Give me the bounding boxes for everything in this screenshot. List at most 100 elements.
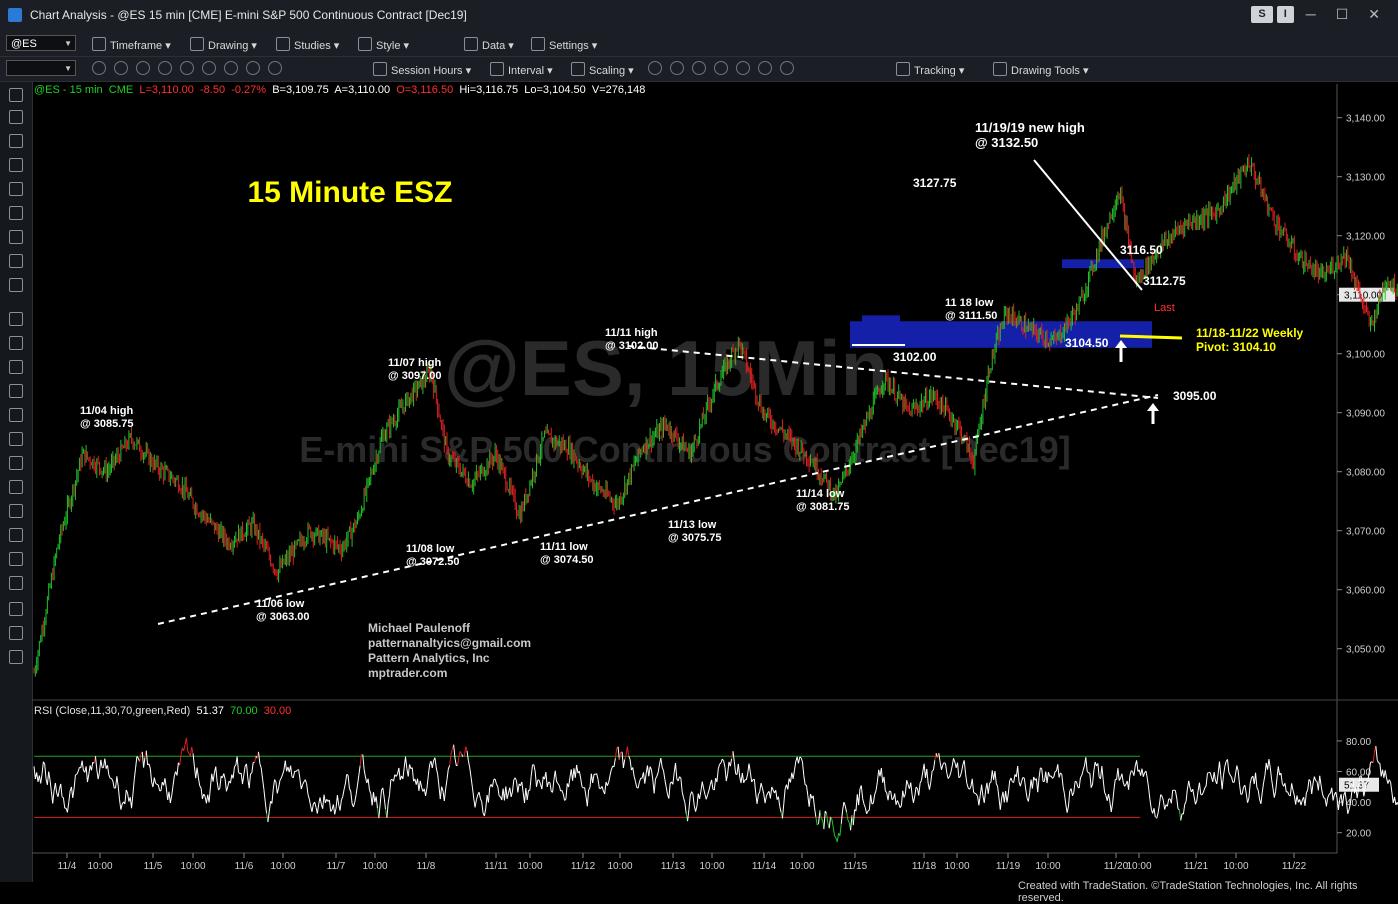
annotation-label: @ 3074.50 — [540, 554, 594, 566]
rsi-segment — [470, 767, 471, 777]
rsi-segment — [95, 756, 96, 770]
rsi-segment — [868, 810, 869, 811]
rsi-segment — [234, 765, 235, 766]
rsi-segment — [863, 798, 864, 804]
rsi-segment — [709, 785, 710, 791]
rsi-segment — [86, 766, 87, 782]
rsi-segment — [301, 784, 302, 789]
time-tick-label: 11/18 — [912, 861, 937, 872]
rsi-segment — [1129, 775, 1130, 789]
rsi-segment — [399, 768, 400, 780]
rsi-segment — [333, 804, 334, 814]
rsi-segment — [1207, 773, 1208, 774]
pivot-label: Pivot: 3104.10 — [1196, 340, 1276, 354]
price-chart[interactable]: @ES, 15Min E-mini S&P 500 Continuous Con… — [0, 0, 1398, 893]
rsi-segment — [1234, 774, 1235, 782]
rsi-segment — [829, 817, 830, 828]
rsi-segment — [67, 803, 68, 813]
rsi-segment — [569, 777, 570, 787]
rsi-segment — [1377, 760, 1378, 763]
rsi-segment — [1183, 804, 1184, 814]
rsi-segment — [356, 785, 357, 794]
rsi-segment — [634, 776, 635, 781]
quote-line: @ES - 15 min CME L=3,110.00 -8.50 -0.27%… — [34, 84, 645, 96]
rsi-segment — [251, 773, 252, 774]
rsi-segment — [1305, 793, 1306, 806]
rsi-segment — [941, 765, 942, 770]
rsi-segment — [216, 767, 217, 782]
rsi-segment — [438, 774, 439, 786]
rsi-segment — [364, 769, 365, 777]
rsi-segment — [252, 762, 253, 773]
rsi-segment — [575, 765, 576, 778]
quote-symbol: @ES - 15 min — [34, 84, 103, 96]
rsi-segment — [117, 776, 118, 786]
rsi-segment — [579, 771, 580, 778]
rsi-segment — [982, 785, 983, 796]
rsi-segment — [867, 811, 868, 814]
rsi-segment — [962, 765, 963, 772]
rsi-segment — [645, 774, 646, 784]
rsi-segment — [939, 753, 940, 762]
rsi-segment — [324, 795, 325, 803]
time-tick-label: 11/4 — [58, 861, 77, 872]
rsi-tick-label: 80.00 — [1346, 737, 1371, 748]
rsi-segment — [721, 759, 722, 763]
rsi-segment — [967, 783, 968, 787]
rsi-segment — [1122, 774, 1123, 783]
rsi-tick-label: 60.00 — [1346, 768, 1371, 779]
rsi-segment — [447, 769, 448, 780]
time-tick-label: 10:00 — [362, 861, 387, 872]
rsi-segment — [693, 794, 694, 806]
annotation-label: 11/14 low — [796, 488, 845, 500]
rsi-segment — [198, 778, 199, 786]
rsi-segment — [689, 796, 690, 810]
rsi-segment — [49, 772, 50, 780]
rsi-segment — [819, 810, 820, 824]
rsi-segment — [921, 772, 922, 780]
support-zones — [850, 259, 1152, 348]
rsi-segment — [1142, 769, 1143, 777]
rsi-segment — [74, 775, 75, 788]
rsi-segment — [154, 778, 155, 784]
rsi-segment — [1118, 768, 1119, 780]
rsi-segment — [547, 782, 548, 787]
rsi-segment — [666, 787, 667, 795]
rsi-tick-label: 20.00 — [1346, 829, 1371, 840]
rsi-segment — [801, 758, 802, 762]
rsi-segment — [105, 759, 106, 769]
rsi-segment — [200, 786, 201, 788]
rsi-segment — [1249, 783, 1250, 798]
rsi-segment — [876, 782, 877, 790]
quote-change: -8.50 — [200, 84, 225, 96]
rsi-segment — [793, 770, 794, 778]
rsi-segment — [61, 784, 62, 797]
annotation-label: @ 3102.00 — [605, 340, 659, 352]
rsi-segment — [387, 803, 388, 818]
rsi-segment — [746, 774, 747, 780]
rsi-segment — [197, 768, 198, 778]
rsi-segment — [1203, 788, 1204, 792]
rsi-segment — [55, 783, 56, 793]
rsi-segment — [1329, 793, 1330, 794]
time-tick-label: 11/22 — [1282, 861, 1307, 872]
rsi-segment — [678, 777, 679, 781]
rsi-segment — [1158, 805, 1159, 813]
annotation-label: 11/07 high — [388, 357, 441, 369]
rsi-segment — [856, 794, 857, 811]
rsi-segment — [900, 806, 901, 808]
rsi-segment — [285, 761, 286, 772]
rsi-segment — [156, 783, 157, 784]
rsi-segment — [157, 784, 158, 785]
rsi-segment — [359, 766, 360, 776]
time-tick-label: 11/15 — [843, 861, 868, 872]
rsi-segment — [1265, 763, 1266, 775]
rsi-segment — [369, 790, 370, 794]
rsi-segment — [861, 785, 862, 798]
rsi-segment — [754, 779, 755, 793]
pivot-label: 11/18-11/22 Weekly — [1196, 326, 1304, 340]
rsi-segment — [98, 772, 99, 779]
annotation-label: @ 3111.50 — [945, 310, 997, 322]
rsi-segment — [1165, 805, 1166, 810]
rsi-segment — [762, 788, 763, 794]
